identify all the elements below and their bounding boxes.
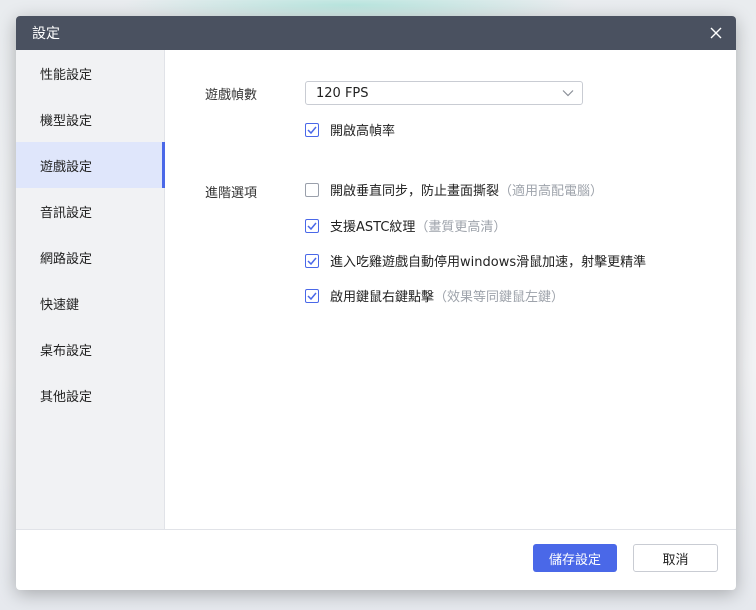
sidebar-item-label: 網路設定 bbox=[40, 251, 93, 267]
sidebar-item-wallpaper[interactable]: 桌布設定 bbox=[16, 326, 164, 372]
check-icon bbox=[307, 222, 317, 230]
advanced-options-label: 進階選項 bbox=[205, 186, 258, 201]
game-settings-panel: 遊戲幀數 120 FPS 開啟高幀率 進階選項 開啟垂直同步，防止畫面撕裂 （適用… bbox=[165, 50, 736, 529]
dialog-title: 設定 bbox=[32, 26, 60, 42]
sidebar-item-audio[interactable]: 音訊設定 bbox=[16, 188, 164, 234]
close-button[interactable] bbox=[706, 23, 726, 43]
vsync-checkbox[interactable] bbox=[305, 182, 319, 197]
right-click-hint: （效果等同鍵鼠左鍵） bbox=[434, 290, 565, 305]
sidebar-item-performance[interactable]: 性能設定 bbox=[16, 50, 164, 96]
fps-label: 遊戲幀數 bbox=[205, 88, 258, 103]
astc-checkbox[interactable] bbox=[305, 218, 319, 233]
sidebar-item-network[interactable]: 網路設定 bbox=[16, 234, 164, 280]
sidebar-item-label: 桌布設定 bbox=[40, 343, 93, 359]
astc-hint: （畫質更高清） bbox=[415, 220, 507, 235]
fps-select[interactable]: 120 FPS bbox=[305, 81, 583, 105]
sidebar-item-label: 機型設定 bbox=[40, 113, 93, 129]
sidebar-item-game[interactable]: 遊戲設定 bbox=[16, 142, 165, 188]
dialog-titlebar: 設定 bbox=[16, 16, 736, 50]
right-click-checkbox-row[interactable]: 啟用鍵鼠右鍵點擊 （效果等同鍵鼠左鍵） bbox=[305, 286, 564, 305]
settings-sidebar: 性能設定 機型設定 遊戲設定 音訊設定 網路設定 快速鍵 桌布設定 其他設定 bbox=[16, 50, 165, 529]
mouse-accel-checkbox[interactable] bbox=[305, 253, 319, 268]
sidebar-item-label: 音訊設定 bbox=[40, 205, 93, 221]
mouse-accel-checkbox-row[interactable]: 進入吃雞遊戲自動停用windows滑鼠加速，射擊更精準 bbox=[305, 251, 646, 270]
sidebar-item-label: 遊戲設定 bbox=[40, 159, 93, 175]
cancel-button[interactable]: 取消 bbox=[633, 544, 718, 572]
high-fps-label: 開啟高幀率 bbox=[330, 124, 396, 139]
save-button[interactable]: 儲存設定 bbox=[533, 544, 617, 572]
sidebar-item-label: 快速鍵 bbox=[40, 297, 80, 313]
check-icon bbox=[307, 292, 317, 300]
check-icon bbox=[307, 126, 317, 134]
astc-checkbox-row[interactable]: 支援ASTC紋理 （畫質更高清） bbox=[305, 216, 506, 235]
sidebar-item-shortcuts[interactable]: 快速鍵 bbox=[16, 280, 164, 326]
close-icon bbox=[710, 27, 722, 39]
sidebar-item-label: 其他設定 bbox=[40, 389, 93, 405]
sidebar-item-device-model[interactable]: 機型設定 bbox=[16, 96, 164, 142]
check-icon bbox=[307, 257, 317, 265]
fps-select-value: 120 FPS bbox=[316, 85, 369, 101]
astc-label: 支援ASTC紋理 bbox=[330, 220, 416, 235]
vsync-checkbox-row[interactable]: 開啟垂直同步，防止畫面撕裂 （適用高配電腦） bbox=[305, 180, 603, 199]
sidebar-item-other[interactable]: 其他設定 bbox=[16, 372, 164, 418]
right-click-label: 啟用鍵鼠右鍵點擊 bbox=[330, 290, 435, 305]
high-fps-checkbox-row[interactable]: 開啟高幀率 bbox=[305, 120, 395, 139]
right-click-checkbox[interactable] bbox=[305, 288, 319, 303]
vsync-label: 開啟垂直同步，防止畫面撕裂 bbox=[330, 184, 500, 199]
sidebar-item-label: 性能設定 bbox=[40, 67, 93, 83]
chevron-down-icon bbox=[562, 90, 574, 97]
dialog-content: 性能設定 機型設定 遊戲設定 音訊設定 網路設定 快速鍵 桌布設定 其他設定 遊… bbox=[16, 50, 736, 530]
vsync-hint: （適用高配電腦） bbox=[499, 184, 604, 199]
high-fps-checkbox[interactable] bbox=[305, 122, 319, 137]
dialog-footer: 儲存設定 取消 bbox=[16, 530, 736, 590]
mouse-accel-label: 進入吃雞遊戲自動停用windows滑鼠加速，射擊更精準 bbox=[330, 255, 647, 270]
settings-dialog: 設定 性能設定 機型設定 遊戲設定 音訊設定 網路設定 快速鍵 桌布設定 其他設… bbox=[16, 16, 736, 590]
